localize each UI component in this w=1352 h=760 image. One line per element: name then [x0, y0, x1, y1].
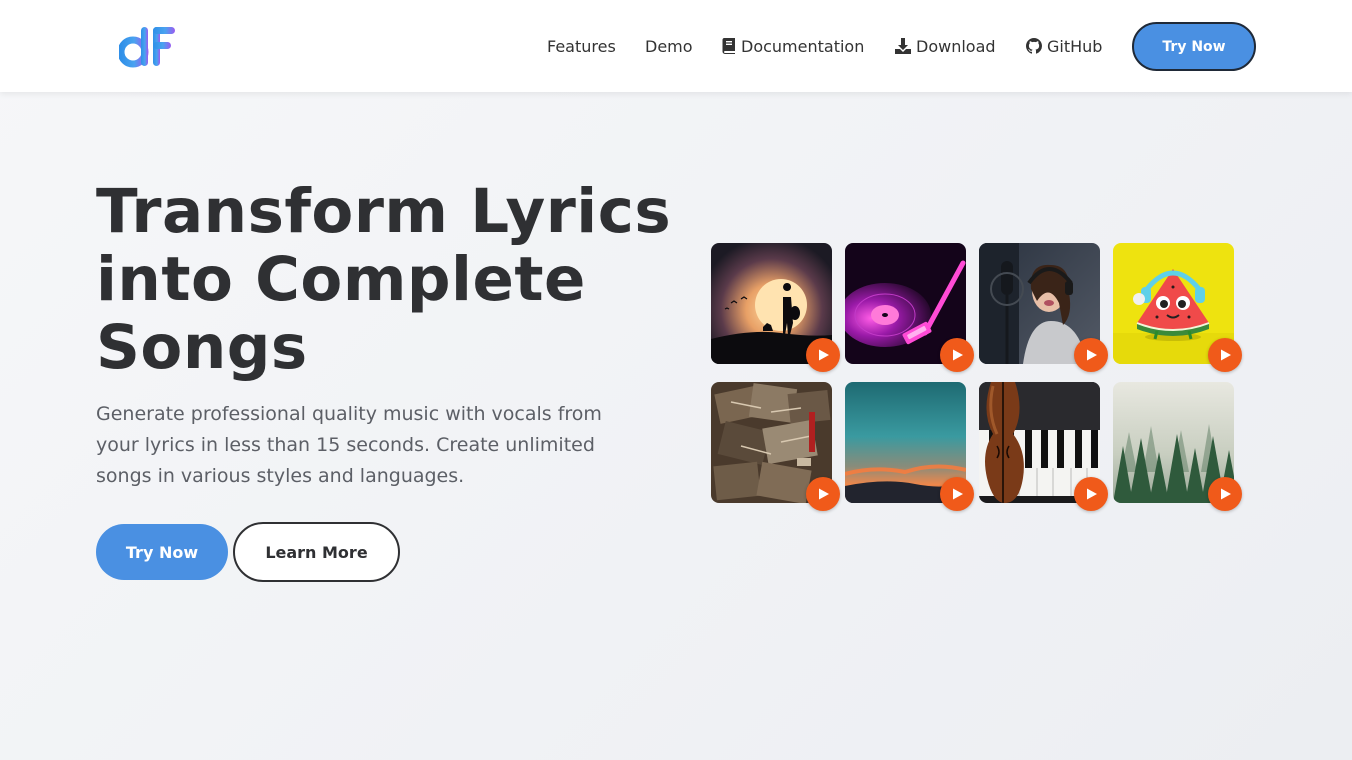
nav-features[interactable]: Features [547, 34, 616, 58]
logo[interactable] [117, 25, 177, 69]
song-tile-teal-sunset-sky[interactable] [845, 382, 974, 511]
play-icon[interactable] [940, 477, 974, 511]
play-icon[interactable] [1208, 338, 1242, 372]
site-header: Features Demo Documentation Download Git… [0, 0, 1352, 92]
learn-more-button[interactable]: Learn More [233, 522, 400, 582]
hero-subtitle-line: Generate professional quality music with… [96, 403, 602, 425]
nav-github[interactable]: GitHub [1026, 34, 1102, 58]
hero-subtitle-line: your lyrics in less than 15 seconds. Cre… [96, 434, 595, 456]
download-icon [895, 38, 911, 54]
hero-title: Transform Lyrics into Complete Songs [96, 176, 672, 383]
song-tile-misty-forest[interactable] [1113, 382, 1242, 511]
logo-icon [117, 27, 175, 68]
hero-title-line: Transform Lyrics [96, 176, 672, 247]
nav-documentation-label: Documentation [741, 36, 865, 56]
nav-documentation[interactable]: Documentation [722, 34, 864, 58]
hero-title-line: Songs [96, 312, 308, 383]
play-icon[interactable] [806, 477, 840, 511]
hero-subtitle: Generate professional quality music with… [96, 399, 636, 492]
hero-try-now-button[interactable]: Try Now [96, 524, 228, 580]
song-tile-watermelon-character[interactable] [1113, 243, 1242, 372]
song-tile-violin-piano[interactable] [979, 382, 1108, 511]
song-tile-cd-stack[interactable] [711, 382, 840, 511]
hero-title-line: into Complete [96, 244, 586, 315]
play-icon[interactable] [1074, 338, 1108, 372]
nav-download[interactable]: Download [895, 34, 996, 58]
play-icon[interactable] [1208, 477, 1242, 511]
header-try-now-button[interactable]: Try Now [1132, 22, 1256, 71]
song-tile-studio-singer[interactable] [979, 243, 1108, 372]
play-icon[interactable] [1074, 477, 1108, 511]
nav-demo[interactable]: Demo [645, 34, 693, 58]
hero-subtitle-line: songs in various styles and languages. [96, 465, 465, 487]
nav-demo-label: Demo [645, 36, 693, 56]
nav-github-label: GitHub [1047, 36, 1103, 56]
nav-download-label: Download [916, 36, 996, 56]
nav-features-label: Features [547, 36, 616, 56]
play-icon[interactable] [940, 338, 974, 372]
book-icon [722, 38, 735, 54]
play-icon[interactable] [806, 338, 840, 372]
song-tile-neon-vinyl[interactable] [845, 243, 974, 372]
song-tile-sunset-guitarist[interactable] [711, 243, 840, 372]
github-icon [1026, 38, 1042, 54]
